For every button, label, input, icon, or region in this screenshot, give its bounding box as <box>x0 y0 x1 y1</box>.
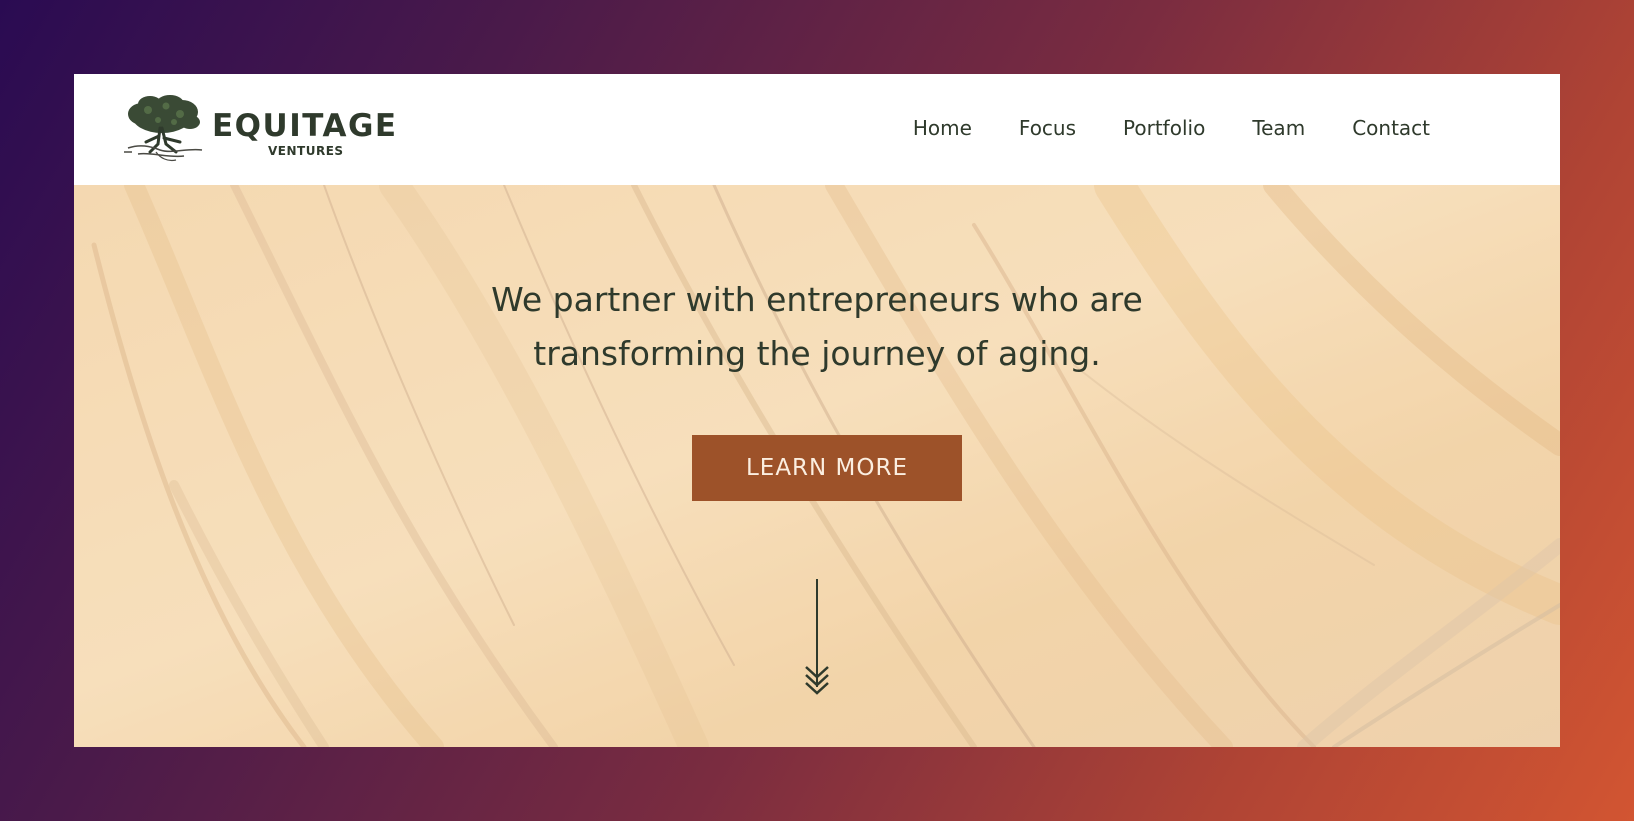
nav-item-team[interactable]: Team <box>1252 114 1305 142</box>
nav-item-home[interactable]: Home <box>913 114 972 142</box>
hero-headline: We partner with entrepreneurs who are tr… <box>74 273 1560 381</box>
main-nav: Home Focus Portfolio Team Contact <box>913 114 1430 142</box>
nav-item-contact[interactable]: Contact <box>1352 114 1430 142</box>
learn-more-button[interactable]: LEARN MORE <box>692 435 962 501</box>
brand-sub: VENTURES <box>268 144 344 158</box>
hero-section: We partner with entrepreneurs who are tr… <box>74 185 1560 747</box>
tree-logo-icon <box>124 95 203 162</box>
site-header: EQUITAGE VENTURES Home Focus Portfolio T… <box>74 74 1560 185</box>
hero-headline-line2: transforming the journey of aging. <box>533 334 1101 373</box>
nav-item-focus[interactable]: Focus <box>1019 114 1076 142</box>
down-arrow-icon[interactable] <box>805 579 829 697</box>
brand-name: EQUITAGE <box>212 108 398 144</box>
website-frame: EQUITAGE VENTURES Home Focus Portfolio T… <box>74 74 1560 747</box>
nav-item-portfolio[interactable]: Portfolio <box>1123 114 1205 142</box>
hero-headline-line1: We partner with entrepreneurs who are <box>491 280 1143 319</box>
logo[interactable]: EQUITAGE VENTURES <box>120 92 410 167</box>
